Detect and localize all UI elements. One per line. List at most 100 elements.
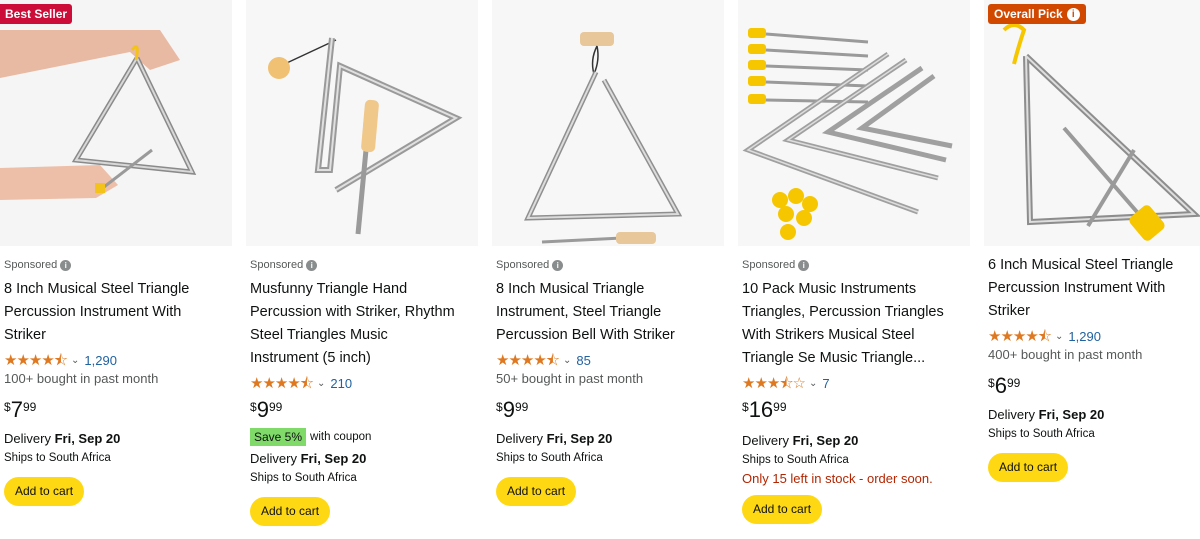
title-line: Steel Triangles Music	[250, 327, 388, 343]
product-card[interactable]: Overall Pick i 6 Inch Musical Steel Tria…	[984, 0, 1200, 539]
bought-count: 50+ bought in past month	[496, 371, 644, 386]
info-icon[interactable]: i	[798, 259, 810, 271]
triangle-product-photo	[984, 0, 1200, 246]
chevron-down-icon[interactable]: ⌄	[809, 378, 817, 389]
title-line: Percussion Instrument With	[988, 280, 1166, 296]
product-card[interactable]: Sponsored i 10 Pack Music Instruments Tr…	[738, 0, 970, 539]
rating-row[interactable]: ★★★★⯪ ⌄ 1,290	[4, 350, 228, 370]
delivery-date: Fri, Sep 20	[1038, 407, 1105, 422]
sponsored-label[interactable]: Sponsored i	[496, 258, 720, 272]
ships-to: Ships to South Africa	[4, 452, 111, 464]
rating-count-link[interactable]: 7	[822, 376, 829, 391]
star-rating[interactable]: ★★★★⯪	[250, 376, 314, 391]
delivery-label: Delivery	[988, 407, 1035, 422]
price-currency: $	[250, 400, 257, 414]
sponsored-label[interactable]: Sponsored i	[742, 258, 966, 272]
price-fraction: 99	[514, 400, 529, 414]
add-to-cart-button[interactable]: Add to cart	[4, 477, 85, 506]
product-image[interactable]	[492, 0, 724, 246]
delivery-date: Fri, Sep 20	[300, 451, 367, 466]
chevron-down-icon[interactable]: ⌄	[71, 355, 79, 366]
delivery-info: Delivery Fri, Sep 20	[4, 429, 228, 449]
overall-pick-text: Overall Pick	[994, 7, 1063, 21]
info-icon[interactable]: i	[552, 259, 564, 271]
chevron-down-icon[interactable]: ⌄	[563, 355, 571, 366]
price-whole: 9	[256, 397, 269, 422]
add-to-cart-button[interactable]: Add to cart	[496, 477, 577, 506]
rating-row[interactable]: ★★★⯪☆ ⌄ 7	[742, 373, 966, 393]
triangle-product-photo	[492, 0, 724, 246]
product-card[interactable]: Sponsored i 8 Inch Musical Triangle Inst…	[492, 0, 724, 539]
price[interactable]: $ 16 99	[742, 397, 966, 425]
rating-count-link[interactable]: 85	[576, 353, 590, 368]
title-line: Triangle Se Music Triangle...	[742, 350, 926, 366]
title-line: Triangles, Percussion Triangles	[742, 304, 944, 320]
title-line: 8 Inch Musical Triangle	[496, 281, 645, 297]
price-whole: 16	[748, 397, 774, 422]
delivery-info: Delivery Fri, Sep 20	[496, 429, 720, 449]
rating-row[interactable]: ★★★★⯪ ⌄ 1,290	[988, 326, 1196, 346]
ships-to: Ships to South Africa	[988, 428, 1095, 440]
triangle-product-photo	[0, 0, 232, 246]
bought-count: 400+ bought in past month	[988, 347, 1143, 362]
chevron-down-icon[interactable]: ⌄	[317, 378, 325, 389]
title-line: Percussion Bell With Striker	[496, 327, 675, 343]
title-line: Instrument (5 inch)	[250, 350, 371, 366]
rating-count-link[interactable]: 1,290	[1068, 329, 1101, 344]
price-fraction: 99	[22, 400, 37, 414]
title-line: With Strikers Musical Steel	[742, 327, 915, 343]
star-rating[interactable]: ★★★★⯪	[988, 329, 1052, 344]
title-line: Instrument, Steel Triangle	[496, 304, 662, 320]
title-line: Percussion with Striker, Rhythm	[250, 304, 455, 320]
rating-count-link[interactable]: 1,290	[84, 353, 117, 368]
product-card[interactable]: Sponsored i Musfunny Triangle Hand Percu…	[246, 0, 478, 539]
triangle-product-photo	[738, 0, 970, 246]
product-title[interactable]: 6 Inch Musical Steel Triangle Percussion…	[988, 254, 1196, 323]
price-currency: $	[4, 400, 11, 414]
product-title[interactable]: 8 Inch Musical Triangle Instrument, Stee…	[496, 278, 720, 347]
add-to-cart-button[interactable]: Add to cart	[250, 497, 331, 526]
chevron-down-icon[interactable]: ⌄	[1055, 331, 1063, 342]
coupon-row[interactable]: Save 5% with coupon	[250, 427, 474, 447]
info-icon[interactable]: i	[1066, 7, 1080, 21]
product-title[interactable]: Musfunny Triangle Hand Percussion with S…	[250, 278, 474, 370]
price[interactable]: $ 9 99	[250, 397, 474, 425]
title-line: Striker	[4, 327, 46, 343]
overall-pick-badge[interactable]: Overall Pick i	[988, 4, 1086, 24]
stock-warning: Only 15 left in stock - order soon.	[742, 471, 933, 486]
rating-count-link[interactable]: 210	[330, 376, 352, 391]
star-rating[interactable]: ★★★★⯪	[496, 353, 560, 368]
price-fraction: 99	[773, 400, 787, 414]
sponsored-label[interactable]: Sponsored i	[4, 258, 228, 272]
add-to-cart-button[interactable]: Add to cart	[988, 453, 1069, 482]
price[interactable]: $ 7 99	[4, 397, 228, 425]
star-rating[interactable]: ★★★⯪☆	[742, 376, 806, 391]
delivery-date: Fri, Sep 20	[54, 431, 121, 446]
info-icon[interactable]: i	[60, 259, 72, 271]
best-seller-badge: Best Seller	[0, 4, 73, 24]
triangle-product-photo	[246, 0, 478, 246]
sponsored-text: Sponsored	[250, 259, 304, 271]
sponsored-text: Sponsored	[496, 259, 550, 271]
rating-row[interactable]: ★★★★⯪ ⌄ 210	[250, 373, 474, 393]
product-image[interactable]	[738, 0, 970, 246]
coupon-badge[interactable]: Save 5%	[250, 428, 307, 446]
info-icon[interactable]: i	[306, 259, 318, 271]
sponsored-label[interactable]: Sponsored i	[250, 258, 474, 272]
bought-count: 100+ bought in past month	[4, 371, 159, 386]
price[interactable]: $ 6 99	[988, 373, 1196, 401]
delivery-label: Delivery	[250, 451, 297, 466]
product-image[interactable]	[0, 0, 232, 246]
product-title[interactable]: 8 Inch Musical Steel Triangle Percussion…	[4, 278, 228, 347]
product-image[interactable]	[984, 0, 1200, 246]
star-rating[interactable]: ★★★★⯪	[4, 353, 68, 368]
product-image[interactable]	[246, 0, 478, 246]
product-title[interactable]: 10 Pack Music Instruments Triangles, Per…	[742, 278, 966, 370]
delivery-label: Delivery	[4, 431, 51, 446]
product-card[interactable]: Best Seller Sponsored i 8 Inch Musical S…	[0, 0, 232, 539]
delivery-label: Delivery	[742, 433, 789, 448]
rating-row[interactable]: ★★★★⯪ ⌄ 85	[496, 350, 720, 370]
add-to-cart-button[interactable]: Add to cart	[742, 495, 823, 524]
title-line: 8 Inch Musical Steel Triangle	[4, 281, 190, 297]
price[interactable]: $ 9 99	[496, 397, 720, 425]
